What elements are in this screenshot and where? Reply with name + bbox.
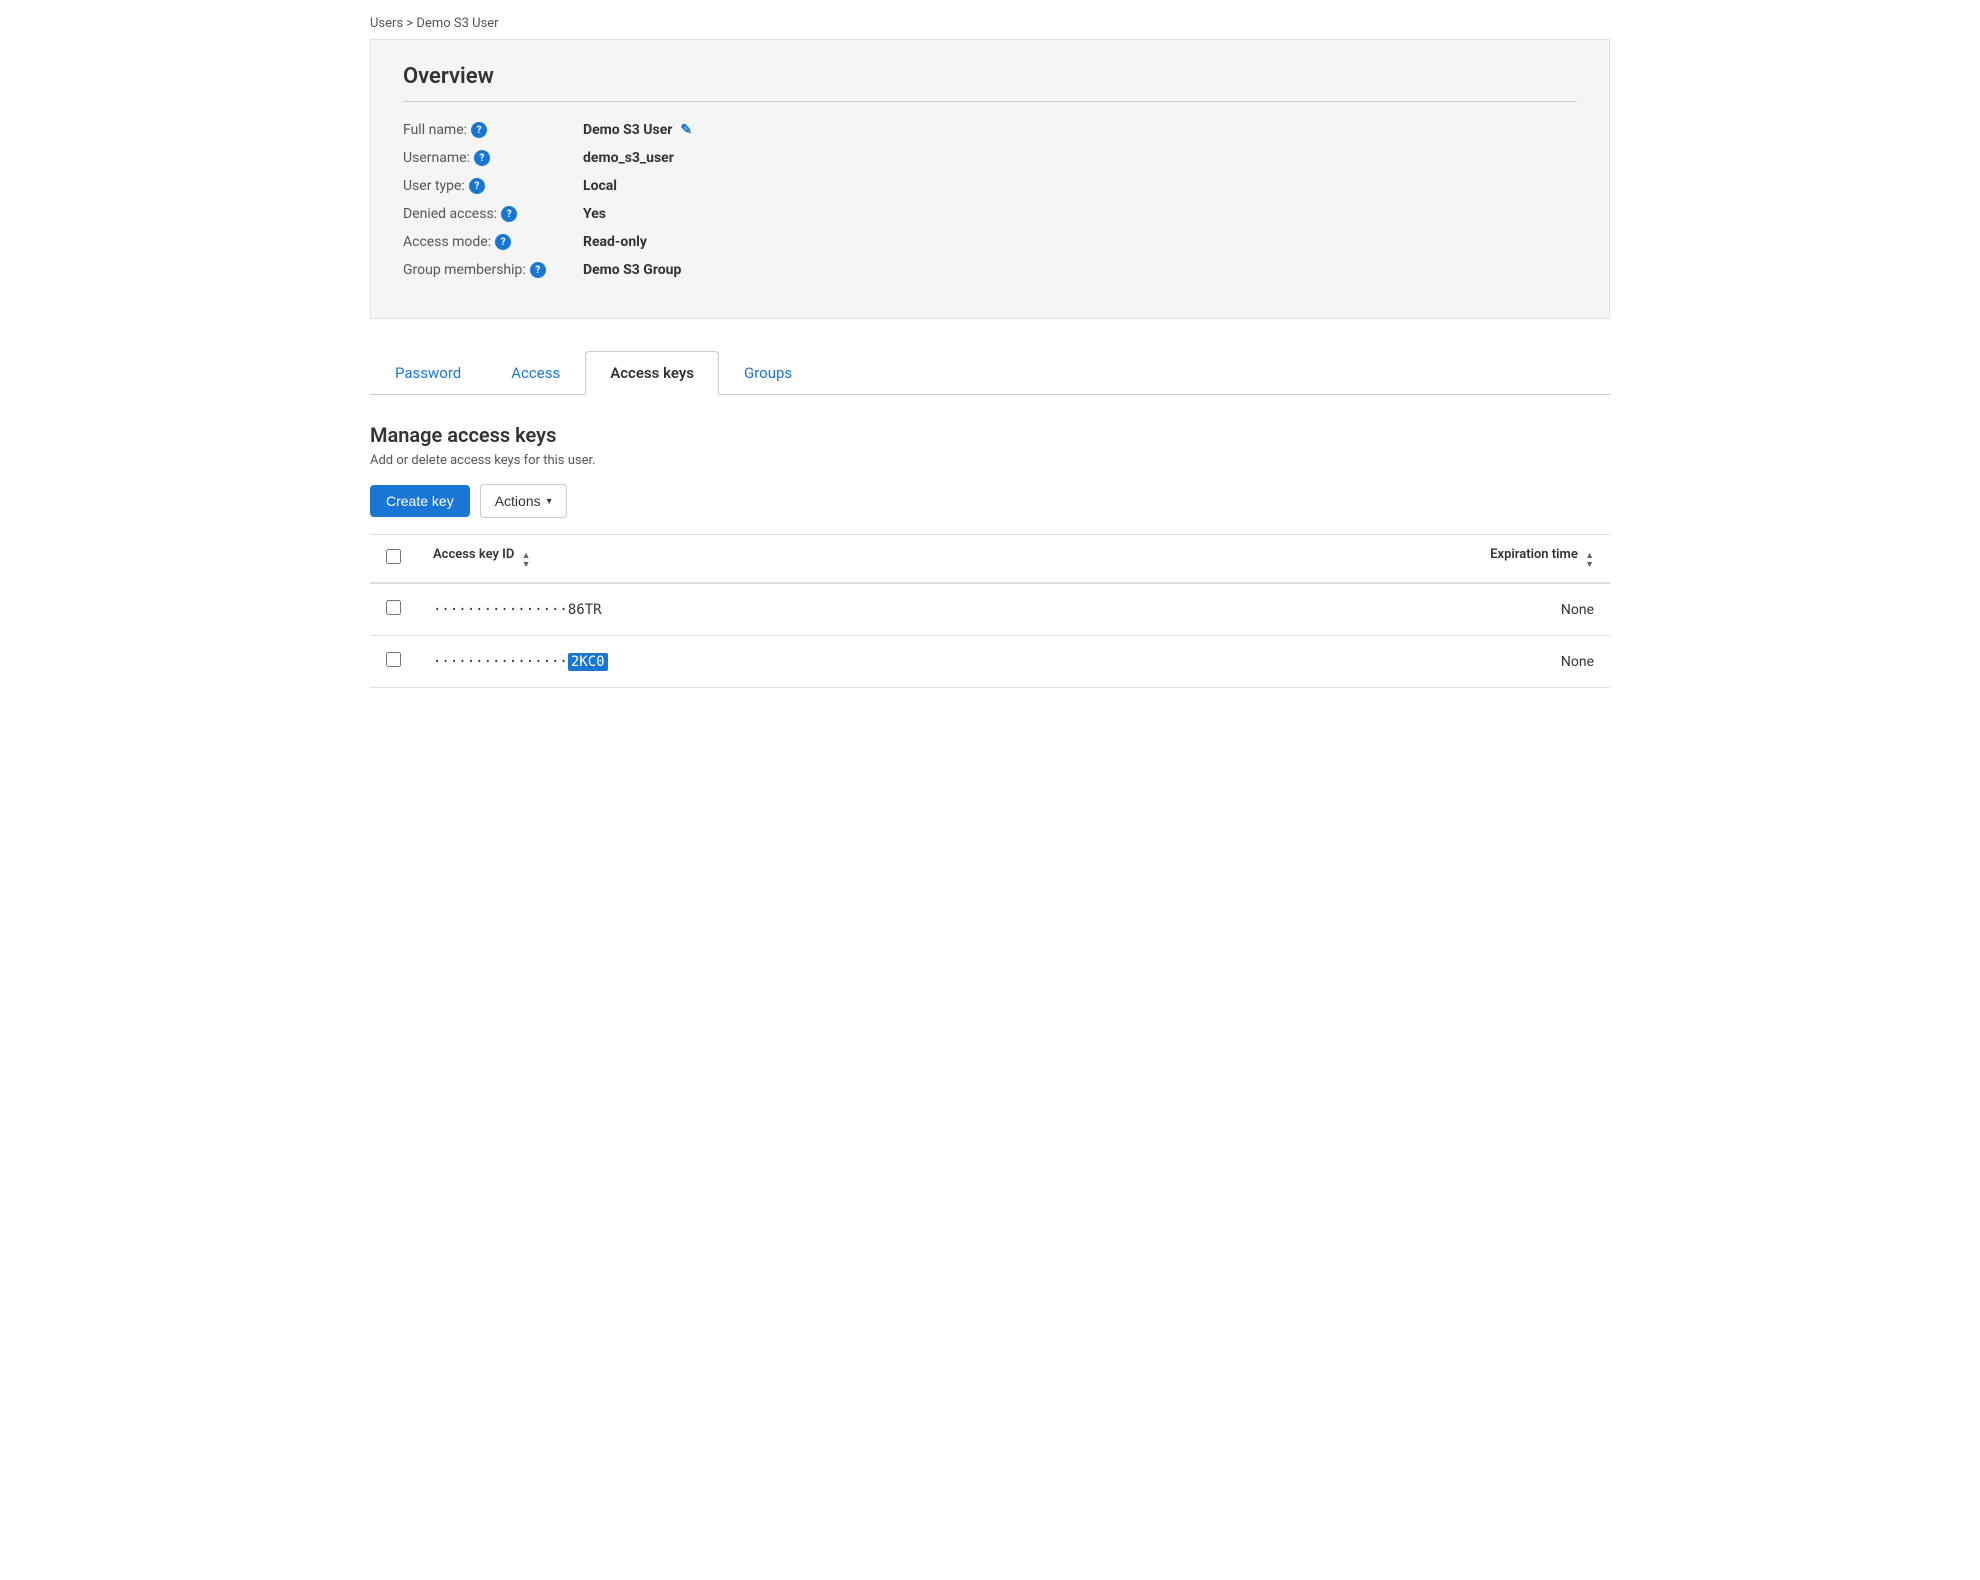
row2-expiration: None — [1023, 636, 1610, 688]
sort-icon-expiration: ▲ ▼ — [1585, 552, 1594, 570]
manage-section-title: Manage access keys — [370, 423, 1610, 447]
edit-icon-fullname[interactable]: ✎ — [680, 122, 692, 138]
breadcrumb-separator: > — [406, 16, 416, 31]
row2-key-id-highlighted: 2KC0 — [568, 653, 608, 671]
manage-section: Manage access keys Add or delete access … — [370, 423, 1610, 688]
breadcrumb-current: Demo S3 User — [416, 16, 498, 31]
breadcrumb: Users > Demo S3 User — [370, 0, 1610, 39]
table-header-row: Access key ID ▲ ▼ Expiration time ▲ ▼ — [370, 535, 1610, 584]
select-all-checkbox[interactable] — [386, 549, 401, 564]
toolbar: Create key Actions ▾ — [370, 484, 1610, 518]
row1-checkbox-cell — [370, 583, 417, 636]
th-checkbox — [370, 535, 417, 584]
overview-label-group: Group membership: ? — [403, 262, 583, 278]
tabs-container: Password Access Access keys Groups — [370, 351, 1610, 395]
tab-access[interactable]: Access — [486, 351, 585, 395]
overview-value-usertype: Local — [583, 178, 617, 194]
th-access-key-id[interactable]: Access key ID ▲ ▼ — [417, 535, 1023, 584]
tab-access-keys[interactable]: Access keys — [585, 351, 719, 395]
table-row: ················2KC0 None — [370, 636, 1610, 688]
help-icon-group[interactable]: ? — [530, 262, 546, 278]
create-key-button[interactable]: Create key — [370, 485, 470, 517]
actions-label: Actions — [495, 493, 541, 509]
overview-row-group: Group membership: ? Demo S3 Group — [403, 262, 1577, 278]
row2-key-id-text: ················2KC0 — [433, 653, 608, 671]
overview-row-accessmode: Access mode: ? Read-only — [403, 234, 1577, 250]
th-expiration-time[interactable]: Expiration time ▲ ▼ — [1023, 535, 1610, 584]
row1-expiration: None — [1023, 583, 1610, 636]
overview-value-group: Demo S3 Group — [583, 262, 681, 278]
help-icon-username[interactable]: ? — [474, 150, 490, 166]
help-icon-denied[interactable]: ? — [501, 206, 517, 222]
overview-section: Overview Full name: ? Demo S3 User ✎ Use… — [370, 39, 1610, 319]
sort-icon-access-key-id: ▲ ▼ — [522, 552, 531, 570]
chevron-down-icon: ▾ — [547, 496, 552, 507]
tab-password[interactable]: Password — [370, 351, 486, 395]
overview-label-accessmode: Access mode: ? — [403, 234, 583, 250]
overview-value-accessmode: Read-only — [583, 234, 647, 250]
help-icon-accessmode[interactable]: ? — [495, 234, 511, 250]
overview-row-username: Username: ? demo_s3_user — [403, 150, 1577, 166]
overview-label-usertype: User type: ? — [403, 178, 583, 194]
row2-checkbox[interactable] — [386, 652, 401, 667]
row2-checkbox-cell — [370, 636, 417, 688]
help-icon-usertype[interactable]: ? — [469, 178, 485, 194]
overview-row-fullname: Full name: ? Demo S3 User ✎ — [403, 122, 1577, 138]
row1-checkbox[interactable] — [386, 600, 401, 615]
actions-button[interactable]: Actions ▾ — [480, 484, 567, 518]
row1-access-key-id: ················86TR — [417, 583, 1023, 636]
overview-value-fullname: Demo S3 User ✎ — [583, 122, 692, 138]
overview-label-denied: Denied access: ? — [403, 206, 583, 222]
tab-groups[interactable]: Groups — [719, 351, 817, 395]
manage-section-subtitle: Add or delete access keys for this user. — [370, 453, 1610, 468]
row1-key-id-text: ················86TR — [433, 602, 602, 618]
row2-access-key-id: ················2KC0 — [417, 636, 1023, 688]
overview-title: Overview — [403, 64, 1577, 102]
overview-value-username: demo_s3_user — [583, 150, 674, 166]
overview-label-fullname: Full name: ? — [403, 122, 583, 138]
access-keys-table: Access key ID ▲ ▼ Expiration time ▲ ▼ — [370, 534, 1610, 688]
help-icon-fullname[interactable]: ? — [471, 122, 487, 138]
overview-row-denied: Denied access: ? Yes — [403, 206, 1577, 222]
breadcrumb-parent[interactable]: Users — [370, 16, 403, 31]
overview-value-denied: Yes — [583, 206, 606, 222]
overview-label-username: Username: ? — [403, 150, 583, 166]
table-row: ················86TR None — [370, 583, 1610, 636]
overview-row-usertype: User type: ? Local — [403, 178, 1577, 194]
